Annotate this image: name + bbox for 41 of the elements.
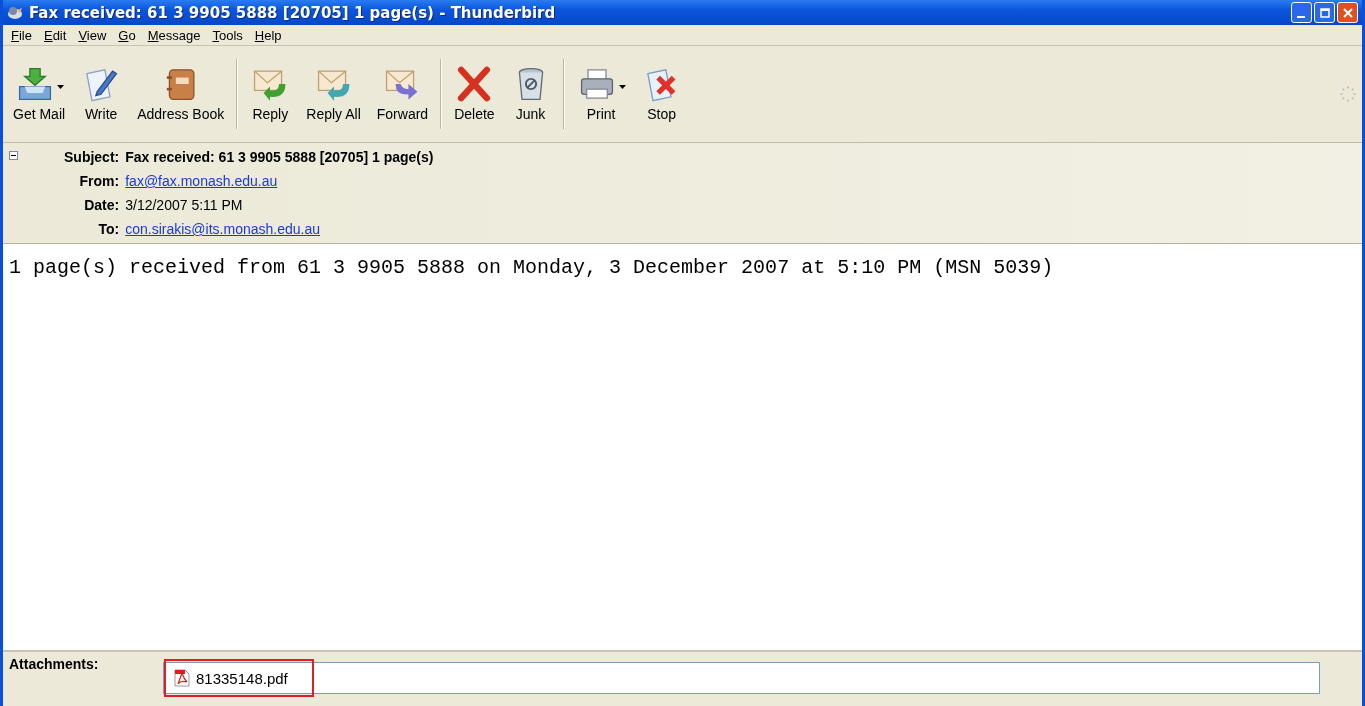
email-link[interactable]: con.sirakis@its.monash.edu.au [125, 221, 320, 237]
minimize-icon [1296, 15, 1305, 18]
field-value: 3/12/2007 5:11 PM [125, 197, 243, 213]
menu-item[interactable]: View [74, 27, 115, 43]
close-icon [1342, 7, 1353, 18]
menu-item[interactable]: Tools [208, 27, 251, 43]
toolbar-button[interactable]: Get Mail [5, 64, 74, 124]
minimize-button[interactable] [1291, 2, 1312, 23]
pdf-icon [174, 669, 190, 687]
menu-item[interactable]: File [7, 27, 40, 43]
toolbar-button[interactable]: Write [73, 64, 130, 124]
email-link[interactable]: fax@fax.monash.edu.au [125, 173, 278, 189]
field-label: To: [97, 220, 120, 239]
close-button[interactable] [1337, 2, 1358, 23]
attachments-label: Attachments: [9, 656, 100, 672]
message-body: 1 page(s) received from 61 3 9905 5888 on Monday, 3 December 2007 at 5:10 PM (MSN 5039) [9, 256, 1055, 279]
maximize-button[interactable] [1314, 2, 1335, 23]
window-title: Fax received: 61 3 9905 5888 [20705] 1 page(s) - Thunderbird [29, 3, 556, 22]
toolbar-button[interactable]: Forward [368, 64, 437, 124]
toolbar-button[interactable]: Reply All [298, 64, 369, 124]
dropdown-arrow-icon[interactable] [56, 85, 64, 89]
bird-icon [7, 4, 23, 21]
toolbar-button[interactable]: Reply [242, 64, 299, 124]
dropdown-arrow-icon[interactable] [618, 85, 626, 89]
field-label: From: [78, 172, 120, 191]
toolbar-button[interactable]: Delete [446, 64, 503, 124]
collapse-toggle[interactable] [9, 151, 18, 163]
menu-item[interactable]: Edit [39, 27, 75, 43]
toolbar-button[interactable]: Junk [502, 64, 559, 124]
throbber-icon [1340, 86, 1356, 102]
toolbar-button[interactable]: Address Book [129, 64, 233, 124]
field-value: Fax received: 61 3 9905 5888 [20705] 1 page(s) [125, 149, 434, 165]
menu-item[interactable]: Help [250, 27, 290, 43]
toolbar-button[interactable]: Stop [633, 64, 690, 124]
menu-item[interactable]: Message [143, 27, 209, 43]
menu-item[interactable]: Go [114, 27, 144, 43]
maximize-icon [1319, 7, 1330, 18]
field-label: Date: [83, 196, 120, 215]
attachment-item[interactable]: 81335148.pdf [164, 659, 314, 697]
field-label: Subject: [63, 148, 120, 167]
toolbar-button[interactable]: Print [568, 64, 634, 124]
